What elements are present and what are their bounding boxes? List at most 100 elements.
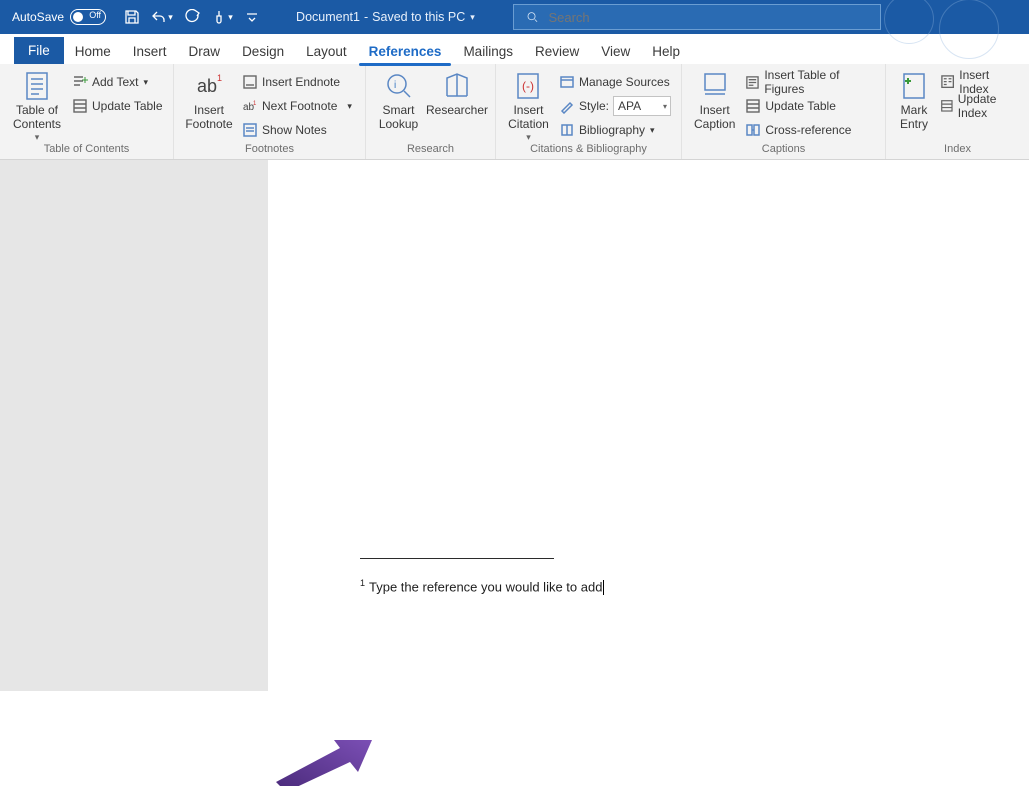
insert-index-button[interactable]: Insert Index [936, 70, 1023, 94]
tab-mailings[interactable]: Mailings [452, 38, 524, 64]
autosave-state: Off [89, 10, 101, 20]
group-research: i Smart Lookup Researcher Research [366, 64, 496, 159]
cross-reference-button[interactable]: Cross-reference [741, 118, 879, 142]
insert-caption-label: Insert Caption [694, 104, 735, 132]
insert-endnote-button[interactable]: Insert Endnote [238, 70, 356, 94]
mark-entry-label: Mark Entry [900, 104, 928, 132]
svg-text:1: 1 [253, 101, 257, 107]
doc-dropdown-icon[interactable]: ▾ [470, 12, 475, 23]
group-table-of-contents: Table of Contents ▾ Add Text ▾ Update Ta… [0, 64, 174, 159]
autosave-toggle[interactable]: Off [70, 9, 106, 25]
insert-caption-button[interactable]: Insert Caption [688, 68, 741, 132]
svg-text:(-): (-) [522, 79, 534, 93]
citation-style-control[interactable]: Style: APA ▾ [555, 94, 675, 118]
tab-view[interactable]: View [590, 38, 641, 64]
tab-insert[interactable]: Insert [122, 38, 178, 64]
cross-reference-label: Cross-reference [765, 123, 851, 137]
tab-home[interactable]: Home [64, 38, 122, 64]
document-title: Document1 - Saved to this PC ▾ [296, 10, 475, 24]
update-table2-icon [745, 98, 761, 114]
captions-group-label: Captions [682, 143, 885, 159]
footnote-line[interactable]: 1Type the reference you would like to ad… [360, 578, 604, 595]
style-select[interactable]: APA ▾ [613, 96, 671, 116]
researcher-button[interactable]: Researcher [425, 68, 489, 132]
style-label: Style: [579, 99, 609, 113]
ribbon-tabs: File Home Insert Draw Design Layout Refe… [0, 34, 1029, 64]
researcher-icon [441, 70, 473, 102]
table-of-contents-button[interactable]: Table of Contents ▾ [6, 68, 68, 142]
autosave-label: AutoSave [12, 10, 64, 24]
insert-citation-button[interactable]: (-) Insert Citation ▾ [502, 68, 555, 142]
footnote-number: 1 [360, 578, 365, 588]
tab-help[interactable]: Help [641, 38, 691, 64]
update-index-button[interactable]: Update Index [936, 94, 1023, 118]
show-notes-icon [242, 122, 258, 138]
manage-sources-button[interactable]: Manage Sources [555, 70, 675, 94]
tab-layout[interactable]: Layout [295, 38, 358, 64]
update-index-label: Update Index [958, 92, 1019, 120]
tab-references[interactable]: References [358, 38, 453, 64]
next-footnote-label: Next Footnote [262, 99, 337, 113]
document-page[interactable]: 1Type the reference you would like to ad… [268, 160, 1029, 691]
customize-qat-button[interactable] [238, 3, 266, 31]
tab-design[interactable]: Design [231, 38, 295, 64]
add-text-button[interactable]: Add Text ▾ [68, 70, 167, 94]
insert-index-icon [940, 74, 955, 90]
tab-review[interactable]: Review [524, 38, 590, 64]
svg-text:i: i [394, 80, 396, 91]
insert-endnote-icon [242, 74, 258, 90]
citations-group-label: Citations & Bibliography [496, 143, 681, 159]
search-icon [526, 10, 539, 24]
toc-group-label: Table of Contents [0, 143, 173, 159]
undo-button[interactable]: ▾ [148, 3, 176, 31]
page-gutter [0, 160, 268, 691]
title-bar: AutoSave Off ▾ ▾ Document1 - Saved to th… [0, 0, 1029, 34]
title-decoration [884, 4, 1029, 32]
insert-citation-icon: (-) [512, 70, 544, 102]
update-table2-label: Update Table [765, 99, 836, 113]
manage-sources-label: Manage Sources [579, 75, 670, 89]
insert-tof-label: Insert Table of Figures [764, 68, 875, 96]
smart-lookup-button[interactable]: i Smart Lookup [372, 68, 425, 132]
insert-footnote-icon: ab1 [193, 70, 225, 102]
smart-lookup-label: Smart Lookup [379, 104, 418, 132]
footnotes-group-label: Footnotes [174, 143, 365, 159]
group-index: Mark Entry Insert Index Update Index Ind… [886, 64, 1029, 159]
touch-mode-button[interactable]: ▾ [208, 3, 236, 31]
tof-icon [745, 74, 760, 90]
search-input[interactable] [548, 10, 879, 25]
title-separator: - [364, 10, 368, 24]
tab-draw[interactable]: Draw [178, 38, 232, 64]
update-table-button[interactable]: Update Table [68, 94, 167, 118]
text-cursor [603, 580, 604, 595]
research-group-label: Research [366, 143, 495, 159]
svg-text:ab: ab [197, 76, 217, 96]
next-footnote-icon: ab1 [242, 98, 258, 114]
update-table-captions-button[interactable]: Update Table [741, 94, 879, 118]
quick-access-toolbar: ▾ ▾ [114, 3, 270, 31]
mark-entry-button[interactable]: Mark Entry [892, 68, 936, 132]
insert-endnote-label: Insert Endnote [262, 75, 340, 89]
insert-caption-icon [699, 70, 731, 102]
next-footnote-button[interactable]: ab1 Next Footnote ▾ [238, 94, 356, 118]
group-footnotes: ab1 Insert Footnote Insert Endnote ab1 N… [174, 64, 366, 159]
insert-footnote-button[interactable]: ab1 Insert Footnote [180, 68, 238, 132]
insert-footnote-label: Insert Footnote [185, 104, 232, 132]
autosave-control[interactable]: AutoSave Off [0, 9, 114, 25]
cross-reference-icon [745, 122, 761, 138]
manage-sources-icon [559, 74, 575, 90]
show-notes-button[interactable]: Show Notes [238, 118, 356, 142]
insert-table-of-figures-button[interactable]: Insert Table of Figures [741, 70, 879, 94]
mark-entry-icon [898, 70, 930, 102]
save-button[interactable] [118, 3, 146, 31]
add-text-icon [72, 74, 88, 90]
bibliography-button[interactable]: Bibliography ▾ [555, 118, 675, 142]
ribbon: Table of Contents ▾ Add Text ▾ Update Ta… [0, 64, 1029, 160]
tab-file[interactable]: File [14, 37, 64, 64]
add-text-label: Add Text [92, 75, 138, 89]
group-captions: Insert Caption Insert Table of Figures U… [682, 64, 886, 159]
redo-button[interactable] [178, 3, 206, 31]
bibliography-label: Bibliography [579, 123, 645, 137]
search-box[interactable] [513, 4, 881, 30]
footnote-separator [360, 558, 554, 559]
